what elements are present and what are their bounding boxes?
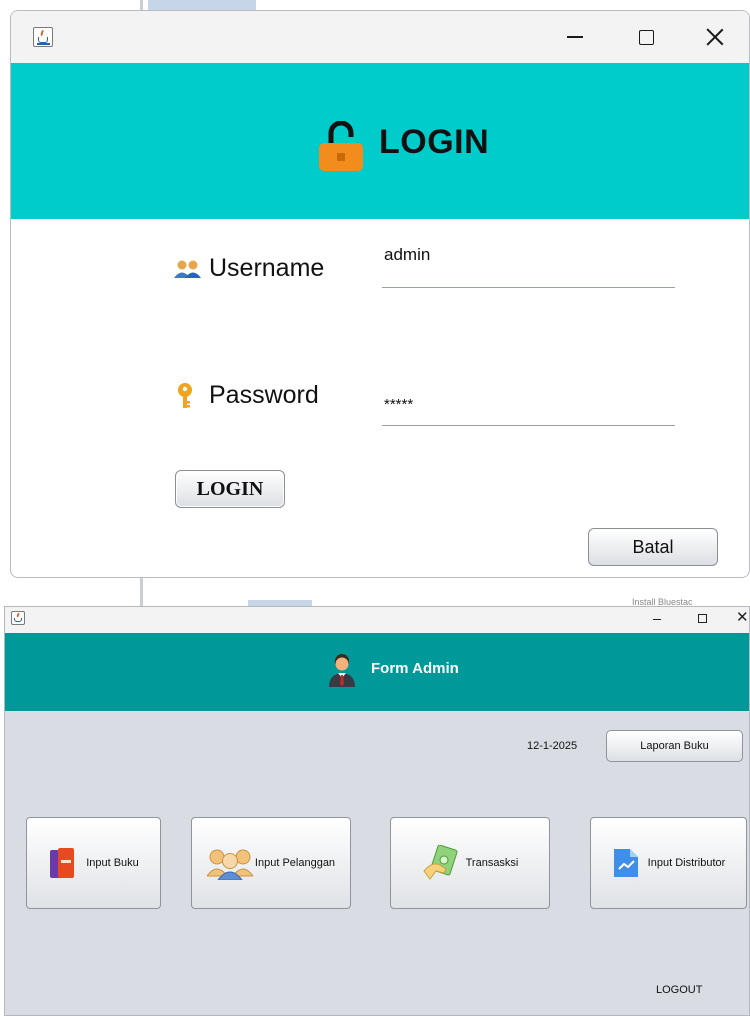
maximize-button[interactable] xyxy=(616,11,676,63)
login-button[interactable]: LOGIN xyxy=(175,470,285,508)
key-icon xyxy=(178,383,192,408)
password-label: Password xyxy=(209,381,319,409)
close-button[interactable] xyxy=(685,11,745,63)
input-buku-button[interactable]: Input Buku xyxy=(26,817,161,909)
minimize-button[interactable] xyxy=(653,619,661,620)
background-caption: Install Bluestac xyxy=(632,598,693,606)
login-window: LOGIN Username Password LOGIN Batal xyxy=(10,10,750,578)
title-bar: ✕ xyxy=(5,607,749,633)
title-bar xyxy=(11,11,749,63)
date-display: 12-1-2025 xyxy=(527,740,578,752)
books-icon xyxy=(50,848,75,878)
customers-icon xyxy=(206,849,253,880)
users-icon xyxy=(174,260,201,278)
minimize-icon xyxy=(567,36,583,38)
report-button[interactable]: Laporan Buku xyxy=(606,730,743,762)
close-button[interactable]: ✕ xyxy=(736,609,749,627)
admin-window: ✕ Form Admin 12-1-2025 Laporan Buku Inpu… xyxy=(4,606,750,1016)
background-strip xyxy=(140,578,143,606)
input-pelanggan-button[interactable]: Input Pelanggan xyxy=(191,817,351,909)
username-field[interactable] xyxy=(382,243,675,288)
tile-label: Transasksi xyxy=(465,857,519,869)
maximize-icon xyxy=(638,29,654,45)
maximize-button[interactable] xyxy=(698,614,707,623)
admin-header: Form Admin xyxy=(5,633,749,711)
password-field[interactable] xyxy=(382,383,675,426)
close-icon xyxy=(706,28,724,46)
minimize-button[interactable] xyxy=(545,11,605,63)
chart-document-icon xyxy=(613,849,638,877)
tile-label: Input Pelanggan xyxy=(254,857,336,869)
tile-label: Input Distributor xyxy=(647,857,726,869)
admin-avatar-icon xyxy=(329,654,355,687)
tile-label: Input Buku xyxy=(86,857,139,869)
background-strip xyxy=(148,0,256,10)
money-hand-icon xyxy=(422,845,458,880)
unlocked-padlock-icon xyxy=(319,121,363,171)
background-strip xyxy=(140,0,143,10)
username-label: Username xyxy=(209,254,325,282)
input-distributor-button[interactable]: Input Distributor xyxy=(590,817,747,909)
admin-title: Form Admin xyxy=(371,660,459,677)
logout-link[interactable]: LOGOUT xyxy=(656,984,702,996)
java-icon xyxy=(33,27,53,47)
cancel-button[interactable]: Batal xyxy=(588,528,718,566)
transaksi-button[interactable]: Transasksi xyxy=(390,817,550,909)
login-header: LOGIN xyxy=(11,63,749,219)
login-title: LOGIN xyxy=(379,123,490,161)
java-icon xyxy=(11,611,25,625)
